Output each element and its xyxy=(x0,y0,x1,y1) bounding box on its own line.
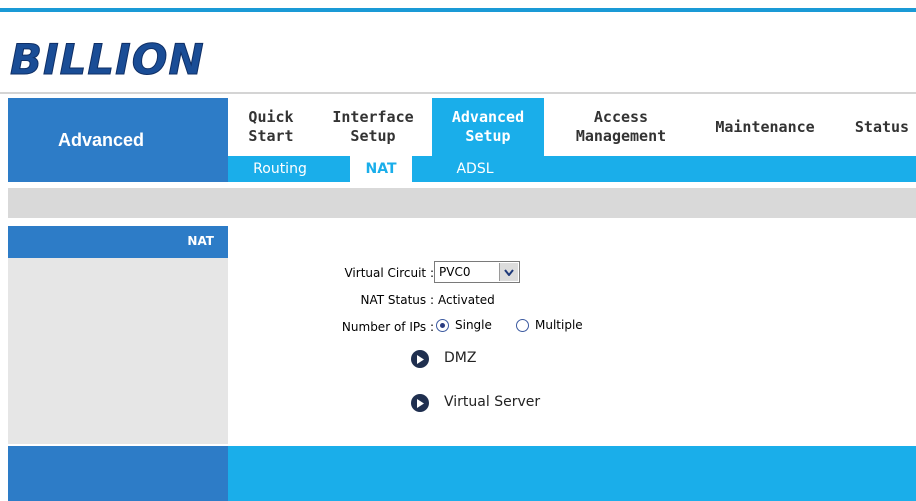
gray-separator xyxy=(8,188,916,218)
dmz-link[interactable]: DMZ xyxy=(444,350,476,366)
tab-access-management[interactable]: Access Management xyxy=(550,98,692,156)
tab-interface-setup[interactable]: Interface Setup xyxy=(318,98,428,156)
subtab-adsl[interactable]: ADSL xyxy=(442,156,508,182)
radio-multiple-label: Multiple xyxy=(535,318,583,332)
radio-single-control[interactable] xyxy=(436,318,449,332)
tab-quick-start[interactable]: Quick Start xyxy=(228,98,314,156)
main-nav: Quick Start Interface Setup Advanced Set… xyxy=(228,98,916,156)
virtual-circuit-value: PVC0 xyxy=(439,265,471,279)
footer-right-bar xyxy=(228,446,916,501)
nat-status-label: NAT Status : xyxy=(360,293,435,307)
sidebar xyxy=(8,226,228,444)
tab-status[interactable]: Status xyxy=(848,98,916,156)
sub-nav: Routing NAT ADSL xyxy=(228,156,916,182)
footer-left-bar xyxy=(8,446,228,501)
nat-status-value: Activated xyxy=(438,293,495,307)
subtab-nat[interactable]: NAT xyxy=(350,156,412,182)
radio-single[interactable]: Single xyxy=(436,318,492,332)
virtual-circuit-select[interactable]: PVC0 xyxy=(434,261,520,283)
svg-text:BILLION: BILLION xyxy=(10,36,205,84)
top-accent-line xyxy=(0,8,916,12)
tab-advanced-setup[interactable]: Advanced Setup xyxy=(432,98,544,156)
header-divider xyxy=(0,92,916,94)
virtual-circuit-label: Virtual Circuit : xyxy=(344,266,434,280)
section-title: Advanced xyxy=(58,130,145,150)
sidebar-heading-label: NAT xyxy=(187,234,214,248)
nat-form: Virtual Circuit : PVC0 NAT Status : Acti… xyxy=(228,226,916,444)
virtual-server-link[interactable]: Virtual Server xyxy=(444,394,540,410)
tab-maintenance[interactable]: Maintenance xyxy=(702,98,828,156)
radio-single-label: Single xyxy=(455,318,492,332)
subtab-routing[interactable]: Routing xyxy=(238,156,322,182)
arrow-right-icon[interactable] xyxy=(411,394,429,412)
number-of-ips-label: Number of IPs : xyxy=(341,320,434,334)
billion-logo: BILLION xyxy=(10,36,205,84)
sidebar-heading: NAT xyxy=(8,226,228,258)
arrow-right-icon[interactable] xyxy=(411,350,429,368)
radio-multiple-control[interactable] xyxy=(516,318,529,332)
chevron-down-icon[interactable] xyxy=(499,263,518,281)
radio-multiple[interactable]: Multiple xyxy=(516,318,583,332)
